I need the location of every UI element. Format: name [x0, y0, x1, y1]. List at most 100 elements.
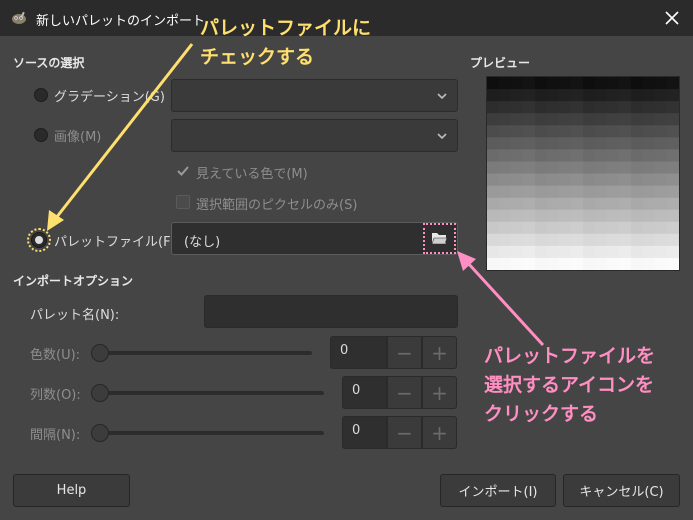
palette-swatch	[619, 101, 632, 114]
palette-swatch	[535, 89, 548, 102]
palette-swatch	[547, 233, 560, 247]
colors-count-decrement[interactable]: −	[387, 336, 422, 369]
palette-swatch	[595, 149, 608, 162]
palette-swatch	[571, 209, 584, 223]
chevron-down-icon	[437, 92, 447, 99]
palette-file-chooser[interactable]: (なし)	[171, 222, 458, 255]
palette-swatch	[499, 125, 512, 138]
palette-file-radio[interactable]	[32, 233, 46, 247]
palette-swatch	[667, 209, 680, 223]
selected-pixels-checkbox[interactable]	[176, 195, 190, 209]
palette-swatch	[619, 161, 632, 174]
columns-increment[interactable]: +	[422, 376, 457, 409]
palette-swatch	[499, 101, 512, 114]
columns-input[interactable]: 0	[342, 376, 387, 409]
interval-slider-knob[interactable]	[91, 424, 109, 442]
palette-swatch	[655, 149, 668, 162]
palette-swatch	[655, 137, 668, 150]
close-icon[interactable]	[662, 8, 682, 28]
palette-swatch	[607, 101, 620, 114]
palette-swatch	[547, 89, 560, 102]
palette-swatch	[511, 245, 524, 259]
palette-swatch	[667, 221, 680, 235]
palette-swatch	[523, 245, 536, 259]
palette-swatch	[535, 245, 548, 259]
palette-swatch	[511, 137, 524, 150]
palette-swatch	[583, 149, 596, 162]
palette-swatch	[571, 257, 584, 271]
visible-colors-checkbox[interactable]	[176, 164, 190, 178]
palette-swatch	[631, 101, 644, 114]
cancel-button[interactable]: キャンセル(C)	[563, 474, 680, 507]
colors-count-input[interactable]: 0	[330, 336, 387, 369]
palette-swatch	[523, 77, 536, 90]
palette-swatch	[571, 149, 584, 162]
palette-swatch	[655, 233, 668, 247]
palette-swatch	[607, 233, 620, 247]
gradient-radio[interactable]	[34, 88, 48, 102]
palette-swatch	[643, 197, 656, 210]
palette-swatch	[535, 185, 548, 198]
palette-swatch	[487, 125, 500, 138]
palette-swatch	[631, 89, 644, 102]
palette-swatch	[559, 257, 572, 271]
palette-name-input[interactable]	[204, 295, 458, 328]
click-file-icon-callout: パレットファイルを 選択するアイコンを クリックする	[484, 345, 656, 425]
colors-count-increment[interactable]: +	[422, 336, 457, 369]
palette-swatch	[511, 149, 524, 162]
palette-swatch	[559, 185, 572, 198]
gradient-label: グラデーション(G)	[54, 90, 165, 105]
palette-swatch	[631, 221, 644, 235]
palette-swatch	[571, 125, 584, 138]
palette-swatch	[619, 197, 632, 210]
palette-swatch	[643, 149, 656, 162]
image-radio[interactable]	[34, 128, 48, 142]
palette-swatch	[499, 245, 512, 259]
palette-swatch	[547, 221, 560, 235]
palette-swatch	[511, 101, 524, 114]
help-button[interactable]: Help	[13, 474, 130, 507]
palette-swatch	[595, 89, 608, 102]
columns-slider-knob[interactable]	[91, 384, 109, 402]
palette-swatch	[571, 221, 584, 235]
columns-slider[interactable]	[94, 391, 324, 395]
interval-increment[interactable]: +	[422, 416, 457, 449]
palette-swatch	[643, 173, 656, 186]
grayscale-palette-preview	[487, 77, 680, 271]
colors-count-slider[interactable]	[94, 351, 312, 355]
colors-count-slider-knob[interactable]	[91, 344, 109, 362]
palette-swatch	[595, 113, 608, 126]
palette-swatch	[571, 245, 584, 259]
interval-slider[interactable]	[94, 431, 324, 435]
palette-swatch	[535, 221, 548, 235]
palette-swatch	[619, 233, 632, 247]
interval-input[interactable]: 0	[342, 416, 387, 449]
palette-swatch	[583, 113, 596, 126]
palette-swatch	[535, 113, 548, 126]
palette-swatch	[631, 113, 644, 126]
palette-swatch	[523, 89, 536, 102]
palette-swatch	[571, 233, 584, 247]
window-title: 新しいパレットのインポート	[36, 14, 206, 29]
palette-swatch	[499, 77, 512, 90]
palette-swatch	[523, 101, 536, 114]
palette-swatch	[607, 161, 620, 174]
palette-swatch	[583, 233, 596, 247]
palette-swatch	[535, 233, 548, 247]
columns-decrement[interactable]: −	[387, 376, 422, 409]
palette-swatch	[619, 245, 632, 259]
interval-decrement[interactable]: −	[387, 416, 422, 449]
palette-swatch	[547, 101, 560, 114]
palette-swatch	[607, 113, 620, 126]
palette-swatch	[643, 233, 656, 247]
palette-swatch	[643, 89, 656, 102]
palette-swatch	[655, 89, 668, 102]
palette-swatch	[559, 173, 572, 186]
import-button[interactable]: インポート(I)	[440, 474, 556, 507]
image-combo[interactable]	[171, 119, 458, 152]
palette-swatch	[643, 137, 656, 150]
folder-open-icon[interactable]	[431, 230, 448, 246]
gradient-combo[interactable]	[171, 79, 458, 112]
palette-swatch	[499, 89, 512, 102]
interval-label: 間隔(N):	[30, 428, 81, 443]
